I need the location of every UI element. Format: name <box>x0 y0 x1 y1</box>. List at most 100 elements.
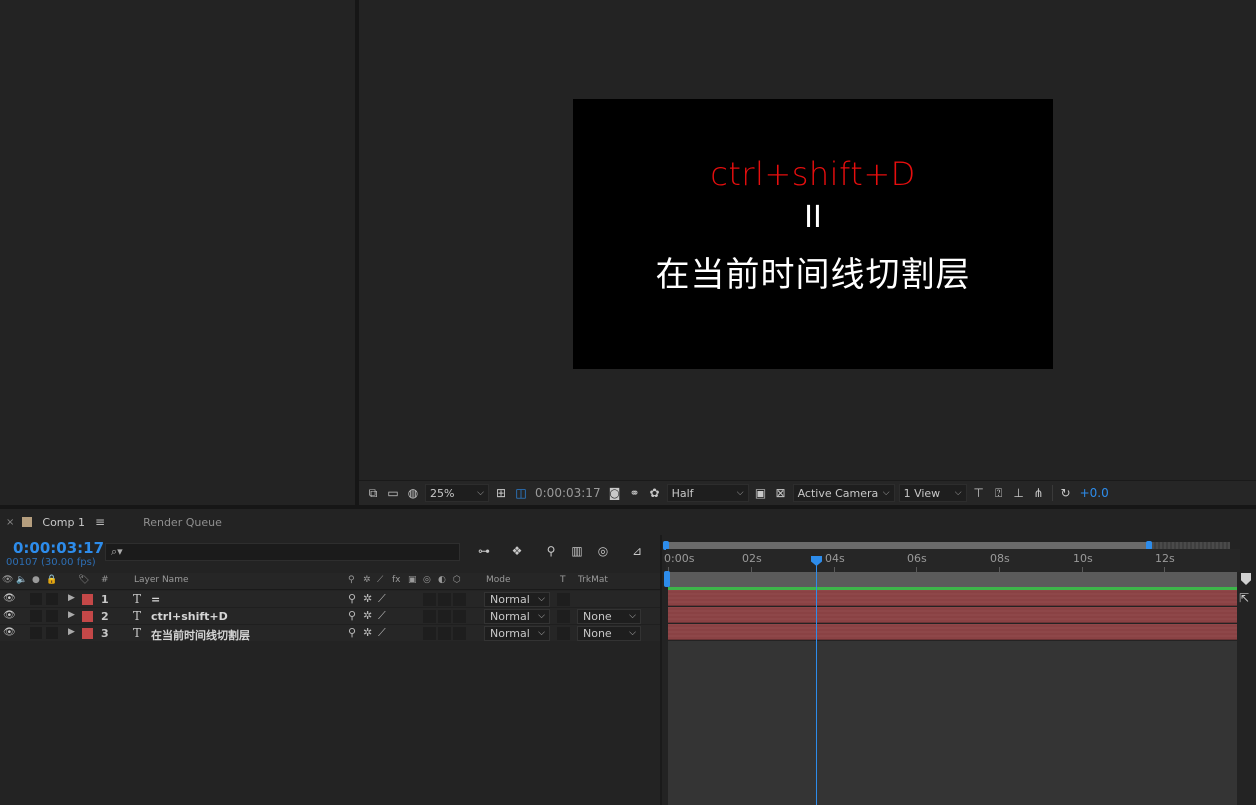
layer-bar[interactable] <box>668 624 1237 640</box>
playhead-line[interactable] <box>816 562 817 805</box>
timeline-graph[interactable]: 0:00s 02s 04s 06s 08s 10s 12s ⇱ <box>662 535 1256 805</box>
adjustment-switch[interactable] <box>438 627 451 640</box>
flowchart-icon[interactable]: ⋔ <box>1029 484 1049 502</box>
layer-search-input[interactable]: ⌕▾ <box>105 543 460 561</box>
always-preview-icon[interactable]: ⧉ <box>363 484 383 502</box>
shy-switch-icon[interactable]: ⚲ <box>348 609 356 622</box>
timeline-icon[interactable]: ⊥ <box>1009 484 1029 502</box>
expand-triangle-icon[interactable]: ▶ <box>68 593 75 603</box>
motion-blur-switch[interactable] <box>423 627 436 640</box>
blend-mode-select[interactable]: Normal ⌵ <box>484 626 550 641</box>
track-matte-select[interactable]: None ⌵ <box>577 626 641 641</box>
safe-zones-icon[interactable]: ⊞ <box>491 484 511 502</box>
column-number[interactable]: # <box>101 575 109 585</box>
shy-switch-icon[interactable]: ⚲ <box>348 626 356 639</box>
camera-select[interactable]: Active Camera ⌵ <box>792 484 895 502</box>
audio-icon[interactable]: 🔈 <box>16 575 27 585</box>
collapse-switch-icon[interactable]: ✲ <box>363 626 372 639</box>
preserve-transparency-toggle[interactable] <box>557 627 570 640</box>
label-color-swatch[interactable] <box>82 594 93 605</box>
layers-empty-area[interactable] <box>0 641 662 805</box>
region-of-interest-icon[interactable]: ◫ <box>511 484 531 502</box>
mask-visibility-icon[interactable]: ◍ <box>403 484 423 502</box>
preserve-transparency-toggle[interactable] <box>557 610 570 623</box>
draft-3d-icon[interactable]: ❖ <box>508 544 526 560</box>
composition-viewer[interactable]: ctrl+shift+D II 在当前时间线切割层 <box>359 0 1256 480</box>
canvas-text-description[interactable]: 在当前时间线切割层 <box>656 247 971 296</box>
quality-switch-icon[interactable]: ⟋ <box>378 626 386 640</box>
exposure-value[interactable]: +0.0 <box>1076 486 1113 500</box>
tab-render-queue[interactable]: Render Queue <box>143 516 222 529</box>
collapse-switch-icon[interactable]: ✲ <box>363 592 372 605</box>
views-select[interactable]: 1 View ⌵ <box>898 484 967 502</box>
label-color-swatch[interactable] <box>82 611 93 622</box>
column-mode[interactable]: Mode <box>486 575 511 585</box>
expand-triangle-icon[interactable]: ▶ <box>68 627 75 637</box>
quality-switch-icon[interactable]: ⟋ <box>378 609 386 623</box>
shy-layers-icon[interactable]: ⚲ <box>542 544 560 560</box>
track-matte-select[interactable]: None ⌵ <box>577 609 641 624</box>
work-area-bar[interactable] <box>666 572 1237 587</box>
layer-row[interactable]: 👁 ▶ 3 T 在当前时间线切割层 ⚲ ✲ ⟋ Normal ⌵ None ⌵ <box>0 625 662 642</box>
panel-menu-icon[interactable]: ≡ <box>95 515 105 529</box>
column-trkmat[interactable]: TrkMat <box>578 575 608 585</box>
fast-preview-icon[interactable]: ▣ <box>751 484 771 502</box>
motion-blur-switch[interactable] <box>423 593 436 606</box>
label-tag-icon[interactable]: 🏷 <box>78 575 89 585</box>
video-visibility-icon[interactable]: 👁 <box>2 575 13 585</box>
expand-triangle-icon[interactable]: ▶ <box>68 610 75 620</box>
collapse-switch-icon[interactable]: ✲ <box>363 609 372 622</box>
zoom-select[interactable]: 25% ⌵ <box>425 484 489 502</box>
fast-previews-icon[interactable]: ⍰ <box>989 484 1009 502</box>
solo-icon[interactable]: ● <box>32 575 40 585</box>
resolution-select[interactable]: Half ⌵ <box>666 484 749 502</box>
close-icon[interactable]: × <box>6 517 14 528</box>
layer-row[interactable]: 👁 ▶ 1 T = ⚲ ✲ ⟋ Normal ⌵ <box>0 591 662 608</box>
frame-blending-icon[interactable]: ▥ <box>568 544 586 560</box>
label-color-swatch[interactable] <box>82 628 93 639</box>
lock-toggle[interactable] <box>46 627 58 639</box>
show-snapshot-icon[interactable]: ⚭ <box>625 484 645 502</box>
composition-canvas[interactable]: ctrl+shift+D II 在当前时间线切割层 <box>573 99 1053 369</box>
layer-name[interactable]: ctrl+shift+D <box>151 610 228 623</box>
column-layer-name[interactable]: Layer Name <box>134 575 189 585</box>
layer-bar[interactable] <box>668 607 1237 623</box>
time-navigator-range[interactable] <box>666 542 1150 549</box>
motion-blur-icon[interactable]: ◎ <box>594 544 612 560</box>
transparency-grid-icon[interactable]: ⊠ <box>771 484 791 502</box>
viewer-timecode[interactable]: 0:00:03:17 <box>531 486 605 500</box>
monitor-icon[interactable]: ▭ <box>383 484 403 502</box>
column-t[interactable]: T <box>560 575 566 585</box>
canvas-text-shortcut[interactable]: ctrl+shift+D <box>710 155 916 193</box>
canvas-text-equals[interactable]: II <box>804 201 822 235</box>
lock-toggle[interactable] <box>46 593 58 605</box>
3d-layer-switch[interactable] <box>453 627 466 640</box>
blend-mode-select[interactable]: Normal ⌵ <box>484 609 550 624</box>
adjustment-switch[interactable] <box>438 610 451 623</box>
snapshot-icon[interactable]: ◙ <box>605 484 625 502</box>
solo-toggle[interactable] <box>30 593 42 605</box>
layer-row[interactable]: 👁 ▶ 2 T ctrl+shift+D ⚲ ✲ ⟋ Normal ⌵ None… <box>0 608 662 625</box>
toggle-pixel-aspect-icon[interactable]: ⊤ <box>969 484 989 502</box>
graph-editor-icon[interactable]: ⊿ <box>628 544 646 560</box>
eye-icon[interactable]: 👁 <box>3 627 16 638</box>
lock-icon[interactable]: 🔒 <box>46 575 57 585</box>
layer-name[interactable]: = <box>151 593 160 606</box>
solo-toggle[interactable] <box>30 627 42 639</box>
shy-switch-icon[interactable]: ⚲ <box>348 592 356 605</box>
work-area-start-handle[interactable] <box>664 571 670 587</box>
blend-mode-select[interactable]: Normal ⌵ <box>484 592 550 607</box>
reset-exposure-icon[interactable]: ↻ <box>1056 484 1076 502</box>
motion-blur-switch[interactable] <box>423 610 436 623</box>
3d-layer-switch[interactable] <box>453 610 466 623</box>
solo-toggle[interactable] <box>30 610 42 622</box>
tab-comp1[interactable]: Comp 1 <box>42 516 85 529</box>
current-time-display[interactable]: 0:00:03:17 <box>13 539 104 557</box>
timeline-empty-area[interactable] <box>668 641 1237 805</box>
marker-arrow-icon[interactable]: ⇱ <box>1239 591 1249 605</box>
eye-icon[interactable]: 👁 <box>3 610 16 621</box>
3d-layer-switch[interactable] <box>453 593 466 606</box>
preserve-transparency-toggle[interactable] <box>557 593 570 606</box>
adjustment-switch[interactable] <box>438 593 451 606</box>
quality-switch-icon[interactable]: ⟋ <box>378 592 386 606</box>
